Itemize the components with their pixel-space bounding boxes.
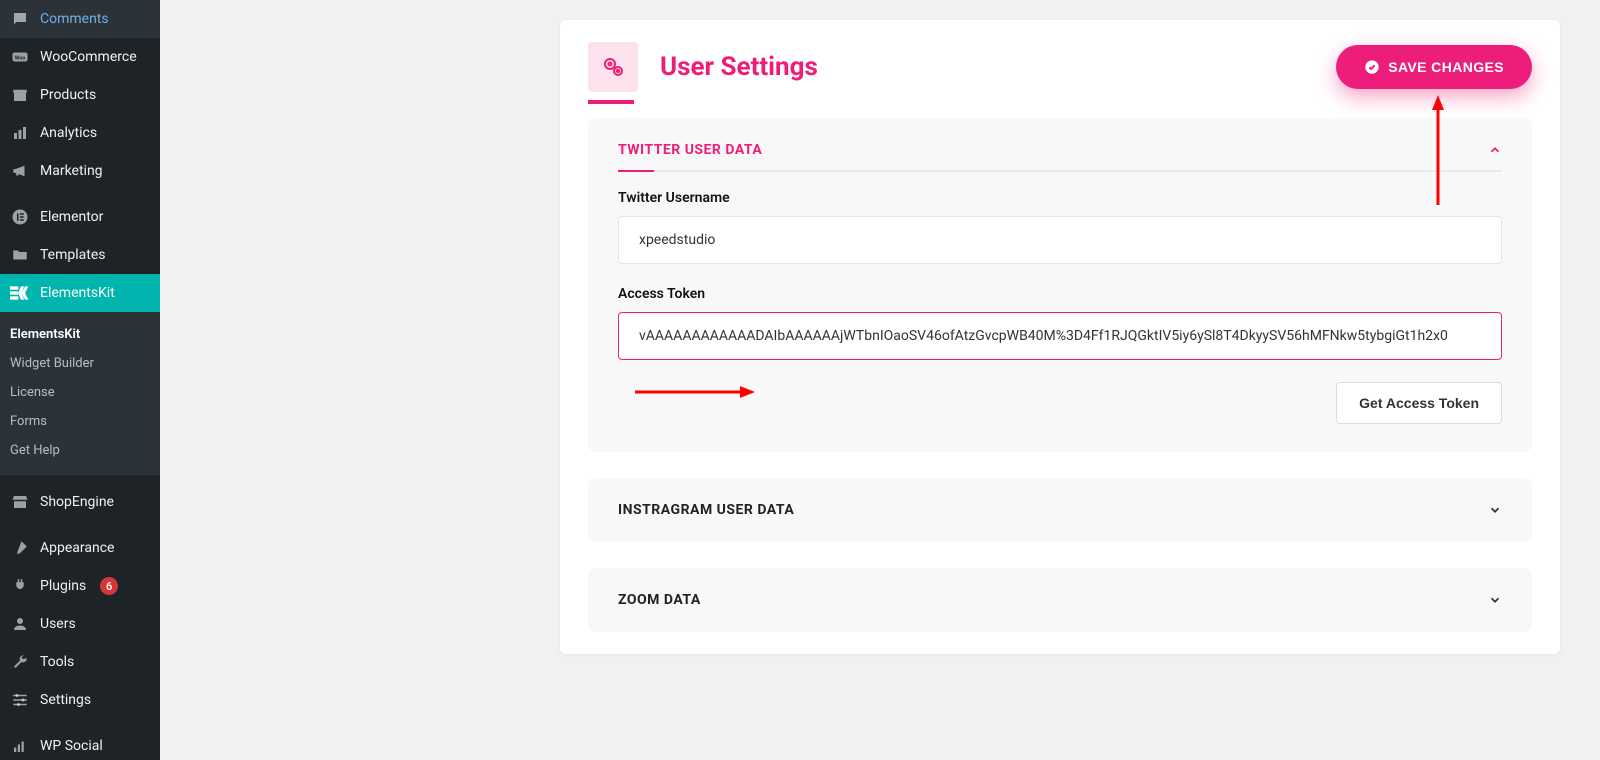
access-token-group: Access Token [618,286,1502,360]
save-changes-label: SAVE CHANGES [1388,59,1504,75]
twitter-username-input[interactable] [618,216,1502,264]
instagram-user-data-section: INSTRAGRAM USER DATA [588,478,1532,542]
content-area: User Settings SAVE CHANGES TWITTER USER … [160,0,1600,760]
sidebar-item-label: Plugins [40,578,86,595]
sidebar-item-analytics[interactable]: Analytics [0,114,160,152]
chart-icon [10,123,30,143]
brush-icon [10,538,30,558]
elementor-icon [10,207,30,227]
sidebar-subitem-get-help[interactable]: Get Help [0,436,160,465]
archive-icon [10,85,30,105]
admin-sidebar: Comments Woo WooCommerce Products Analytics M… [0,0,160,760]
megaphone-icon [10,161,30,181]
chevron-down-icon [1488,593,1502,607]
access-token-input[interactable] [618,312,1502,360]
twitter-username-group: Twitter Username [618,190,1502,264]
wrench-icon [10,652,30,672]
twitter-username-label: Twitter Username [618,190,1502,206]
sidebar-item-label: Elementor [40,209,103,226]
sidebar-item-settings[interactable]: Settings [0,681,160,719]
instagram-section-title: INSTRAGRAM USER DATA [618,502,794,518]
settings-header: User Settings SAVE CHANGES [588,42,1532,92]
settings-title: User Settings [660,52,1314,82]
get-access-token-label: Get Access Token [1359,395,1479,411]
sidebar-item-templates[interactable]: Templates [0,236,160,274]
sidebar-item-label: Settings [40,692,91,709]
twitter-user-data-section: TWITTER USER DATA Twitter Username Acces… [588,118,1532,452]
sidebar-item-comments[interactable]: Comments [0,0,160,38]
sidebar-submenu: ElementsKitWidget BuilderLicenseFormsGet… [0,312,160,475]
sidebar-item-label: Marketing [40,163,103,180]
comment-icon [10,9,30,29]
section-divider [618,170,1502,172]
zoom-section-title: ZOOM DATA [618,592,701,608]
chevron-down-icon [1488,503,1502,517]
sidebar-item-plugins[interactable]: Plugins 6 [0,567,160,605]
sidebar-item-label: Products [40,87,96,104]
sidebar-item-label: ShopEngine [40,494,114,511]
plug-icon [10,576,30,596]
sidebar-item-elementskit[interactable]: ElementsKit [0,274,160,312]
sidebar-item-shopengine[interactable]: ShopEngine [0,483,160,521]
twitter-section-header[interactable]: TWITTER USER DATA [588,118,1532,170]
check-circle-icon [1364,59,1380,75]
update-count-badge: 6 [100,577,118,595]
zoom-section-header[interactable]: ZOOM DATA [588,568,1532,632]
settings-panel: User Settings SAVE CHANGES TWITTER USER … [560,20,1560,654]
get-access-token-button[interactable]: Get Access Token [1336,382,1502,424]
sidebar-item-appearance[interactable]: Appearance [0,529,160,567]
access-token-label: Access Token [618,286,1502,302]
sidebar-item-label: ElementsKit [40,285,115,302]
chevron-down-icon [1488,143,1502,157]
woo-icon: Woo [10,47,30,67]
sidebar-item-tools[interactable]: Tools [0,643,160,681]
store-icon [10,492,30,512]
sidebar-subitem-elementskit[interactable]: ElementsKit [0,320,160,349]
save-changes-button[interactable]: SAVE CHANGES [1336,45,1532,89]
sidebar-subitem-widget-builder[interactable]: Widget Builder [0,349,160,378]
folder-icon [10,245,30,265]
twitter-section-title: TWITTER USER DATA [618,142,762,158]
sidebar-subitem-license[interactable]: License [0,378,160,407]
settings-icon [588,42,638,92]
user-icon [10,614,30,634]
sidebar-item-marketing[interactable]: Marketing [0,152,160,190]
sidebar-item-elementor[interactable]: Elementor [0,198,160,236]
sidebar-subitem-forms[interactable]: Forms [0,407,160,436]
sliders-icon [10,690,30,710]
sidebar-item-wpsocial[interactable]: WP Social [0,727,160,760]
sidebar-item-products[interactable]: Products [0,76,160,114]
bars-icon [10,736,30,756]
sidebar-item-label: Analytics [40,125,97,142]
sidebar-item-woocommerce[interactable]: Woo WooCommerce [0,38,160,76]
sidebar-item-label: Appearance [40,540,114,557]
zoom-data-section: ZOOM DATA [588,568,1532,632]
ek-icon [10,283,30,303]
sidebar-item-label: Tools [40,654,74,671]
instagram-section-header[interactable]: INSTRAGRAM USER DATA [588,478,1532,542]
sidebar-item-users[interactable]: Users [0,605,160,643]
sidebar-item-label: Comments [40,11,109,28]
svg-text:Woo: Woo [15,55,25,61]
sidebar-item-label: WooCommerce [40,49,137,66]
sidebar-item-label: WP Social [40,738,103,755]
sidebar-item-label: Users [40,616,76,633]
sidebar-item-label: Templates [40,247,106,264]
